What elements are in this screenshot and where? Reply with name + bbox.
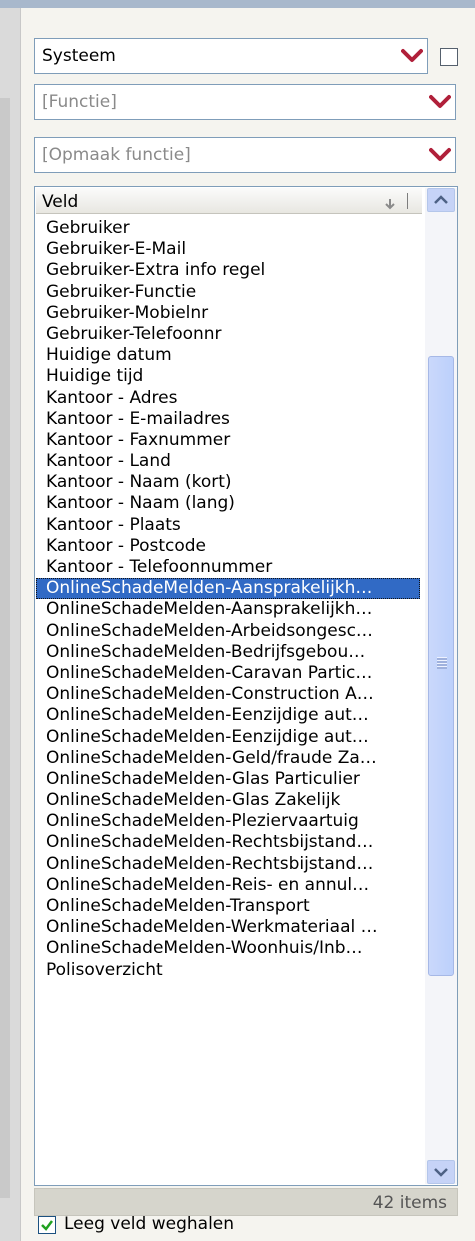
function-dropdown-placeholder: [Functie] <box>42 92 117 112</box>
list-item[interactable]: Kantoor - Naam (kort) <box>36 472 420 493</box>
field-list-items: Gebruiker Gebruiker-E-Mail Gebruiker-Extra… <box>36 218 420 981</box>
list-item[interactable]: Kantoor - Telefoonnummer <box>36 557 420 578</box>
list-item[interactable]: Kantoor - Plaats <box>36 515 420 536</box>
list-item[interactable]: OnlineSchadeMelden-Reis- en annul… <box>36 875 420 896</box>
list-item[interactable]: OnlineSchadeMelden-Aansprakelijkh… <box>36 599 420 620</box>
scroll-down-button[interactable] <box>427 1160 455 1184</box>
chevron-down-icon[interactable] <box>428 90 452 114</box>
list-item[interactable]: OnlineSchadeMelden-Rechtsbijstand… <box>36 832 420 853</box>
remove-empty-field-checkbox[interactable] <box>38 1216 56 1234</box>
window-top-border <box>0 0 475 8</box>
scroll-up-button[interactable] <box>427 188 455 212</box>
list-item[interactable]: OnlineSchadeMelden-Aansprakelijkh… <box>36 578 420 600</box>
left-pane-edge <box>0 8 20 1241</box>
chevron-down-icon <box>434 1168 448 1177</box>
system-dropdown[interactable]: Systeem <box>34 38 428 74</box>
column-header-veld[interactable]: Veld <box>36 188 422 214</box>
list-item[interactable]: Kantoor - Postcode <box>36 536 420 557</box>
list-item[interactable]: OnlineSchadeMelden-Geld/fraude Za… <box>36 748 420 769</box>
function-dropdown[interactable]: [Functie] <box>34 84 456 120</box>
item-count: 42 items <box>372 1193 447 1213</box>
list-item[interactable]: Gebruiker <box>36 218 420 239</box>
list-item[interactable]: OnlineSchadeMelden-Caravan Partic… <box>36 663 420 684</box>
vertical-scrollbar[interactable] <box>425 188 457 1184</box>
list-item[interactable]: Huidige tijd <box>36 366 420 387</box>
list-item[interactable]: Gebruiker-Functie <box>36 282 420 303</box>
list-item[interactable]: OnlineSchadeMelden-Construction A… <box>36 684 420 705</box>
checkmark-icon <box>41 1220 53 1231</box>
sort-arrow-icon[interactable] <box>384 195 396 214</box>
list-item[interactable]: OnlineSchadeMelden-Werkmateriaal … <box>36 917 420 938</box>
list-item[interactable]: OnlineSchadeMelden-Glas Particulier <box>36 769 420 790</box>
list-item[interactable]: Gebruiker-Telefoonnr <box>36 324 420 345</box>
chevron-down-icon[interactable] <box>428 143 452 167</box>
list-item[interactable]: OnlineSchadeMelden-Pleziervaartuig <box>36 811 420 832</box>
scrollbar-thumb[interactable] <box>428 356 454 976</box>
list-item[interactable]: Kantoor - E-mailadres <box>36 409 420 430</box>
list-item[interactable]: OnlineSchadeMelden-Rechtsbijstand… <box>36 854 420 875</box>
system-dropdown-value: Systeem <box>42 46 116 66</box>
list-item[interactable]: Kantoor - Adres <box>36 388 420 409</box>
list-item[interactable]: OnlineSchadeMelden-Eenzijdige aut… <box>36 705 420 726</box>
list-item[interactable]: OnlineSchadeMelden-Transport <box>36 896 420 917</box>
list-item[interactable]: Gebruiker-E-Mail <box>36 239 420 260</box>
left-pane-shadow <box>0 98 10 1198</box>
system-checkbox[interactable] <box>440 48 458 66</box>
list-item[interactable]: OnlineSchadeMelden-Woonhuis/Inb… <box>36 938 420 959</box>
column-header-label: Veld <box>42 192 79 212</box>
list-item[interactable]: OnlineSchadeMelden-Bedrijfsgebou… <box>36 642 420 663</box>
scroll-grip <box>437 657 447 669</box>
list-item[interactable]: OnlineSchadeMelden-Arbeidsongesc… <box>36 621 420 642</box>
list-item[interactable]: Gebruiker-Mobielnr <box>36 303 420 324</box>
list-item[interactable]: OnlineSchadeMelden-Eenzijdige aut… <box>36 727 420 748</box>
list-item[interactable]: Kantoor - Naam (lang) <box>36 493 420 514</box>
list-item[interactable]: Kantoor - Land <box>36 451 420 472</box>
remove-empty-field-label[interactable]: Leeg veld weghalen <box>64 1214 234 1234</box>
list-item[interactable]: Kantoor - Faxnummer <box>36 430 420 451</box>
list-item[interactable]: Gebruiker-Extra info regel <box>36 260 420 281</box>
list-status-bar: 42 items <box>34 1188 458 1216</box>
format-function-dropdown[interactable]: [Opmaak functie] <box>34 137 456 173</box>
list-item[interactable]: Huidige datum <box>36 345 420 366</box>
column-divider[interactable] <box>407 193 408 209</box>
chevron-up-icon <box>434 195 448 204</box>
format-function-dropdown-placeholder: [Opmaak functie] <box>42 145 191 165</box>
field-list[interactable]: Veld Gebruiker Gebruiker-E-Mail Gebruiker-… <box>34 186 458 1186</box>
list-item[interactable]: OnlineSchadeMelden-Glas Zakelijk <box>36 790 420 811</box>
list-item[interactable]: Polisoverzicht <box>36 960 420 981</box>
chevron-down-icon[interactable] <box>400 44 424 68</box>
